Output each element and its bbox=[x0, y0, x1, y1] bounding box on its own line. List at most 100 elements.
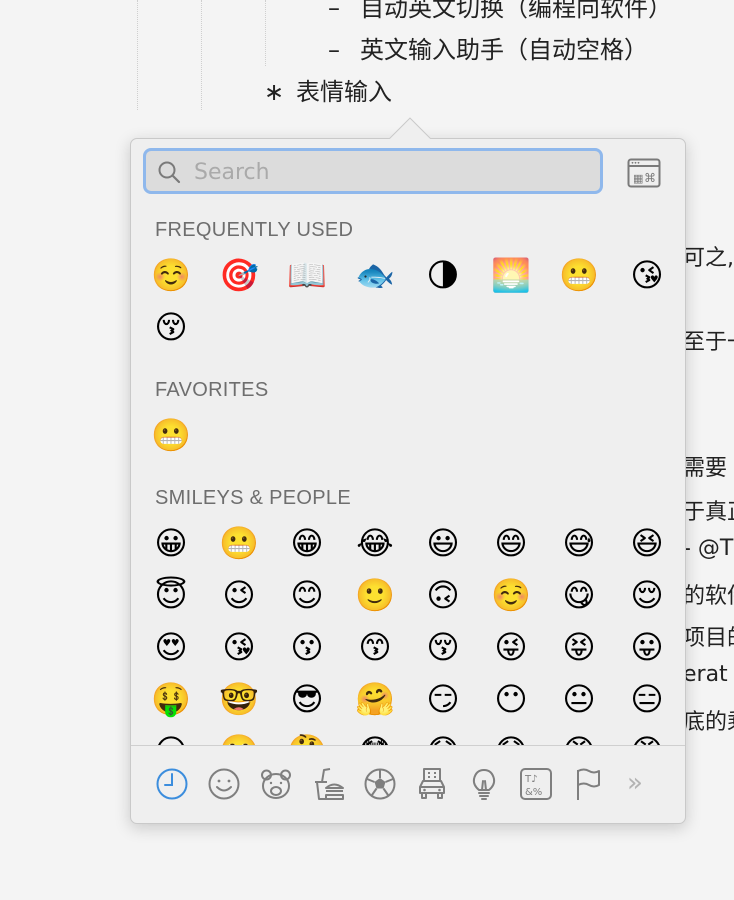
bear-icon bbox=[261, 769, 291, 799]
emoji-cell[interactable]: 😬 bbox=[205, 517, 273, 569]
category-tab-bar: T♪ &% » bbox=[131, 745, 685, 824]
emoji-cell[interactable]: 😚 bbox=[137, 301, 205, 353]
emoji-cell[interactable]: 😐 bbox=[545, 673, 613, 725]
doc-text-fragment: - @T bbox=[683, 536, 734, 561]
emoji-cell[interactable]: 😘 bbox=[205, 621, 273, 673]
emoji-cell[interactable]: 😀 bbox=[137, 517, 205, 569]
doc-text-fragment: 项目的 bbox=[683, 626, 734, 651]
car-building-icon bbox=[419, 768, 445, 799]
popover-arrow bbox=[387, 116, 433, 139]
doc-text-fragment: 至于一 bbox=[683, 330, 734, 355]
emoji-cell[interactable]: 😬 bbox=[137, 409, 205, 461]
emoji-cell[interactable]: 😒 bbox=[137, 725, 205, 745]
emoji-cell[interactable]: 😂 bbox=[341, 517, 409, 569]
tab-animals[interactable] bbox=[258, 766, 294, 802]
emoji-cell[interactable]: 😅 bbox=[545, 517, 613, 569]
more-categories-button[interactable]: » bbox=[627, 768, 643, 798]
section-title: FREQUENTLY USED bbox=[155, 219, 354, 241]
search-input[interactable] bbox=[192, 156, 586, 188]
emoji-cell[interactable]: 😜 bbox=[477, 621, 545, 673]
tab-smileys[interactable] bbox=[206, 766, 242, 802]
emoji-cell[interactable]: 😞 bbox=[409, 725, 477, 745]
emoji-cell[interactable]: 😬 bbox=[545, 249, 613, 301]
emoji-cell[interactable]: 😇 bbox=[137, 569, 205, 621]
doc-text-fragment: 的软件 bbox=[683, 584, 734, 609]
search-field[interactable] bbox=[143, 148, 603, 194]
emoji-cell[interactable]: 📖 bbox=[273, 249, 341, 301]
emoji-cell[interactable]: 😋 bbox=[545, 569, 613, 621]
emoji-cell[interactable]: 🌅 bbox=[477, 249, 545, 301]
lightbulb-icon bbox=[472, 768, 496, 800]
tab-travel-places[interactable] bbox=[414, 766, 450, 802]
emoji-cell[interactable]: 😘 bbox=[613, 249, 681, 301]
svg-text:&%: &% bbox=[525, 787, 542, 798]
emoji-cell[interactable]: 😡 bbox=[613, 725, 681, 745]
emoji-cell[interactable]: 😝 bbox=[545, 621, 613, 673]
emoji-cell[interactable]: 😃 bbox=[409, 517, 477, 569]
smiley-icon bbox=[208, 768, 240, 800]
indent-guide bbox=[201, 0, 202, 110]
emoji-grid: 😀😬😁😂😃😄😅😆 😇😉😊🙂🙃☺️😋😌 😍😘😗😙😚😜😝😛 🤑🤓😎🤗😏😶😐😑 😒🙄🤔😳😞😟😠… bbox=[131, 517, 685, 745]
emoji-cell[interactable]: 😚 bbox=[409, 621, 477, 673]
emoji-grid: 😬 bbox=[131, 409, 685, 461]
tab-activity[interactable] bbox=[362, 766, 398, 802]
indent-guide bbox=[137, 0, 138, 110]
emoji-cell[interactable]: 🤓 bbox=[205, 673, 273, 725]
tab-recent[interactable] bbox=[154, 766, 190, 802]
indent-guide bbox=[265, 0, 266, 66]
emoji-picker: ▦ ⌘ FREQUENTLY USED ☺️🎯📖🐟🌗🌅😬😘😚 FAVORITES… bbox=[130, 138, 686, 824]
emoji-cell[interactable]: 🙂 bbox=[341, 569, 409, 621]
emoji-cell[interactable]: 🌗 bbox=[409, 249, 477, 301]
doc-text-fragment: 需要 bbox=[683, 456, 728, 481]
section-title: SMILEYS & PEOPLE bbox=[155, 487, 351, 509]
emoji-grid: ☺️ 🎯 📖 🐟 🌗 🌅 😬 😘 😚 bbox=[131, 249, 685, 353]
emoji-cell[interactable]: ☺️ bbox=[477, 569, 545, 621]
emoji-cell[interactable]: 😆 bbox=[613, 517, 681, 569]
doc-list-item: – 自动英文切换（编程向软件） bbox=[328, 0, 672, 22]
emoji-cell[interactable]: 😉 bbox=[205, 569, 273, 621]
symbols-icon: T♪ &% bbox=[520, 768, 552, 800]
emoji-scroll-area[interactable]: FREQUENTLY USED ☺️ 🎯 📖 🐟 🌗 🌅 😬 😘 😚 FAVORITES 😬 S… bbox=[131, 209, 685, 745]
emoji-cell[interactable]: 😙 bbox=[341, 621, 409, 673]
emoji-cell[interactable]: 🤔 bbox=[273, 725, 341, 745]
svg-text:▦: ▦ bbox=[633, 172, 643, 185]
emoji-cell[interactable]: 😗 bbox=[273, 621, 341, 673]
emoji-cell[interactable]: 🙃 bbox=[409, 569, 477, 621]
doc-text-fragment: 于真正 bbox=[683, 500, 734, 525]
emoji-cell[interactable]: 🤑 bbox=[137, 673, 205, 725]
emoji-cell[interactable]: 😠 bbox=[545, 725, 613, 745]
emoji-cell[interactable]: 😛 bbox=[613, 621, 681, 673]
emoji-cell[interactable]: 😍 bbox=[137, 621, 205, 673]
clock-icon bbox=[156, 768, 188, 800]
emoji-cell[interactable]: 🤗 bbox=[341, 673, 409, 725]
doc-list-item: – 英文输入助手（自动空格） bbox=[328, 36, 648, 64]
doc-list-item: ∗ 表情输入 bbox=[264, 78, 392, 106]
emoji-cell[interactable]: 🙄 bbox=[205, 725, 273, 745]
food-drink-icon bbox=[315, 768, 344, 800]
emoji-cell[interactable]: 😏 bbox=[409, 673, 477, 725]
character-viewer-button[interactable]: ▦ ⌘ bbox=[627, 158, 661, 188]
emoji-cell[interactable]: 🎯 bbox=[205, 249, 273, 301]
tab-symbols[interactable]: T♪ &% bbox=[518, 766, 554, 802]
tab-objects[interactable] bbox=[466, 766, 502, 802]
emoji-cell[interactable]: 😊 bbox=[273, 569, 341, 621]
doc-text-fragment: erat bbox=[683, 662, 728, 687]
emoji-cell[interactable]: 😳 bbox=[341, 725, 409, 745]
soccer-ball-icon bbox=[364, 768, 396, 800]
svg-text:T♪: T♪ bbox=[524, 774, 538, 785]
emoji-cell[interactable]: 😟 bbox=[477, 725, 545, 745]
tab-food-drink[interactable] bbox=[310, 766, 346, 802]
section-title: FAVORITES bbox=[155, 379, 269, 401]
doc-text-fragment: 底的乘 bbox=[683, 710, 734, 735]
emoji-cell[interactable]: 😌 bbox=[613, 569, 681, 621]
emoji-cell[interactable]: 😶 bbox=[477, 673, 545, 725]
tab-flags[interactable] bbox=[570, 766, 606, 802]
emoji-cell[interactable]: 😑 bbox=[613, 673, 681, 725]
emoji-cell[interactable]: 😎 bbox=[273, 673, 341, 725]
emoji-cell[interactable]: 😁 bbox=[273, 517, 341, 569]
emoji-cell[interactable]: ☺️ bbox=[137, 249, 205, 301]
character-viewer-icon: ▦ ⌘ bbox=[627, 158, 661, 188]
emoji-cell[interactable]: 🐟 bbox=[341, 249, 409, 301]
search-icon bbox=[158, 161, 181, 184]
emoji-cell[interactable]: 😄 bbox=[477, 517, 545, 569]
